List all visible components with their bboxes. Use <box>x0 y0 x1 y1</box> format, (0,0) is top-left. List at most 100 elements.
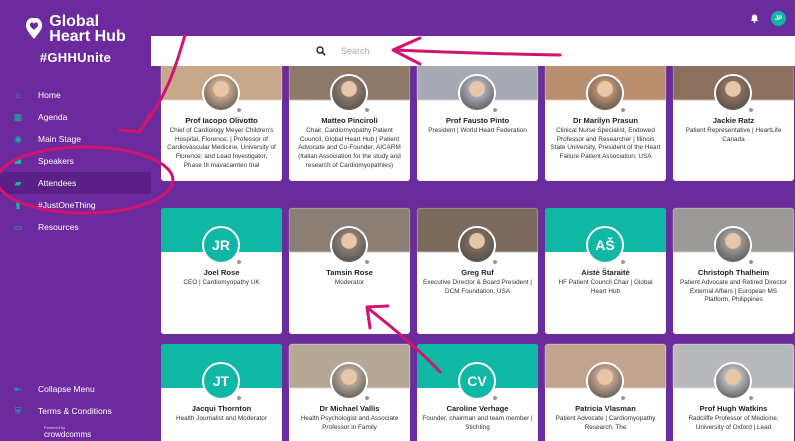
presence-dot <box>492 259 498 265</box>
logo-title-line2: Heart Hub <box>49 28 126 45</box>
avatar <box>330 226 368 264</box>
avatar <box>714 74 752 112</box>
attendee-name: Greg Ruf <box>461 268 494 277</box>
avatar <box>714 362 752 400</box>
attendee-card[interactable]: Prof Iacopo Olivotto Chief of Cardiology … <box>161 66 282 181</box>
avatar-initials: JT <box>202 362 240 400</box>
attendee-title: Health Psychologist and Associate Profes… <box>300 415 399 431</box>
presence-dot <box>364 107 370 113</box>
search-input[interactable] <box>341 42 641 60</box>
sidebar-item-resources[interactable]: ▭ Resources <box>0 216 151 238</box>
presence-dot <box>236 107 242 113</box>
home-icon: ⌂ <box>15 90 21 100</box>
collapse-icon: ⇤ <box>14 383 22 394</box>
sidebar-item-label: Main Stage <box>38 134 81 144</box>
presence-dot <box>748 395 754 401</box>
terms-link[interactable]: ⛨ Terms & Conditions <box>0 400 151 422</box>
attendee-card[interactable]: Dr Michael Vallis Health Psychologist and… <box>289 344 410 441</box>
hashtag: #GHHUnite <box>39 50 112 65</box>
attendee-name: Dr Marilyn Prasun <box>573 116 638 125</box>
sidebar-item-main-stage[interactable]: ◉ Main Stage <box>0 128 151 150</box>
presence-dot <box>364 259 370 265</box>
attendee-card[interactable]: Christoph Thalheim Patient Advocate and R… <box>673 208 794 334</box>
sidebar-nav: ⌂ Home ▦ Agenda ◉ Main Stage ☗ Speakers … <box>0 84 151 238</box>
chat-icon: ▰ <box>14 177 22 188</box>
folder-icon: ▭ <box>13 221 23 232</box>
attendee-card[interactable]: JR Joel Rose CEO | Cardiomyopathy UK <box>161 208 282 334</box>
attendee-card[interactable]: Jackie Ratz Patient Representative | Hear… <box>673 66 794 181</box>
presence-dot <box>236 395 242 401</box>
attendee-title: Patient Advocate and Retired Director Ex… <box>680 279 787 304</box>
book-icon: ▮ <box>15 199 21 210</box>
collapse-menu-button[interactable]: ⇤ Collapse Menu <box>0 378 151 400</box>
sidebar-item-label: Agenda <box>38 112 68 122</box>
attendee-title: President | World Heart Federation <box>428 127 527 134</box>
search-bar <box>151 36 795 66</box>
avatar <box>330 362 368 400</box>
attendee-card[interactable]: Matteo Pinciroli Chair, Cardiomyopathy Pa… <box>289 66 410 181</box>
user-avatar[interactable]: JP <box>771 11 786 26</box>
avatar-initials: JR <box>202 226 240 264</box>
sidebar-item-speakers[interactable]: ☗ Speakers <box>0 150 151 172</box>
attendee-name: Tamsin Rose <box>326 268 373 277</box>
presence-dot <box>748 107 754 113</box>
attendee-name: Prof Iacopo Olivotto <box>185 116 258 125</box>
attendee-card[interactable]: Dr Marilyn Prasun Clinical Nurse Speciali… <box>545 66 666 181</box>
sidebar-item-label: Terms & Conditions <box>38 406 112 416</box>
play-icon: ◉ <box>14 133 22 144</box>
presence-dot <box>492 107 498 113</box>
attendee-name: Caroline Verhage <box>446 404 509 413</box>
logo[interactable]: Global Heart Hub #GHHUnite <box>0 14 151 65</box>
avatar <box>586 74 624 112</box>
powered-by-label: Powered by <box>44 425 66 430</box>
bell-icon[interactable] <box>750 14 759 23</box>
attendee-name: Matteo Pinciroli <box>321 116 378 125</box>
avatar <box>714 226 752 264</box>
attendee-name: Christoph Thalheim <box>697 268 770 277</box>
attendee-card[interactable]: JT Jacqui Thornton Health Journalist and M… <box>161 344 282 441</box>
attendee-name: Aistė Štaraitė <box>581 268 630 277</box>
attendee-card[interactable]: CV Caroline Verhage Founder, chairman and … <box>417 344 538 441</box>
sidebar-item-label: Attendees <box>38 178 77 188</box>
attendee-title: Chief of Cardiology Meyer Children's Hos… <box>167 127 276 169</box>
people-icon: ☗ <box>13 155 23 166</box>
avatar-initials: CV <box>458 362 496 400</box>
attendee-card[interactable]: AŠ Aistė Štaraitė HF Patient Council Chair… <box>545 208 666 334</box>
footer-logo-text: crowdcomms <box>44 430 92 439</box>
heart-pin-icon <box>26 18 43 39</box>
avatar <box>202 74 240 112</box>
sidebar-item-agenda[interactable]: ▦ Agenda <box>0 106 151 128</box>
attendee-title: Moderator <box>334 279 365 286</box>
attendee-title: Founder, chairman and team member | Stic… <box>422 415 533 431</box>
sidebar-item-attendees[interactable]: ▰ Attendees <box>0 172 151 194</box>
attendee-name: Prof Fausto Pinto <box>445 116 510 125</box>
attendee-card[interactable]: Tamsin Rose Moderator <box>289 208 410 334</box>
attendee-card[interactable]: Greg Ruf Executive Director & Board Presi… <box>417 208 538 334</box>
presence-dot <box>620 107 626 113</box>
attendee-title: Clinical Nurse Specialist, Endowed Profe… <box>550 127 661 161</box>
presence-dot <box>620 395 626 401</box>
attendee-card[interactable]: Patricia Vlasman Patient Advocate | Cardi… <box>545 344 666 441</box>
logo-title-line1: Global <box>49 13 100 30</box>
attendee-grid: Prof Iacopo Olivotto Chief of Cardiology … <box>151 66 795 441</box>
sidebar-item-justonething[interactable]: ▮ #JustOneThing <box>0 194 151 216</box>
attendee-card[interactable]: Prof Fausto Pinto President | World Heart… <box>417 66 538 181</box>
avatar <box>458 226 496 264</box>
attendee-name: Patricia Vlasman <box>575 404 636 413</box>
sidebar-item-label: Home <box>38 90 61 100</box>
attendee-title: CEO | Cardiomyopathy UK <box>183 279 260 286</box>
sidebar-item-home[interactable]: ⌂ Home <box>0 84 151 106</box>
avatar <box>458 74 496 112</box>
avatar <box>586 362 624 400</box>
calendar-icon: ▦ <box>13 111 23 122</box>
attendee-card[interactable]: Prof Hugh Watkins Radcliffe Professor of … <box>673 344 794 441</box>
presence-dot <box>236 259 242 265</box>
attendee-title: Patient Representative | HeartLife Canad… <box>685 127 782 143</box>
attendee-name: Jackie Ratz <box>712 116 755 125</box>
attendee-title: Executive Director & Board President | D… <box>423 279 532 295</box>
sidebar: Global Heart Hub #GHHUnite ⌂ Home ▦ Agen… <box>0 0 151 441</box>
avatar <box>330 74 368 112</box>
crowdcomms-logo: Powered by crowdcomms <box>44 425 91 439</box>
sidebar-item-label: Resources <box>38 222 79 232</box>
sidebar-item-label: Speakers <box>38 156 74 166</box>
